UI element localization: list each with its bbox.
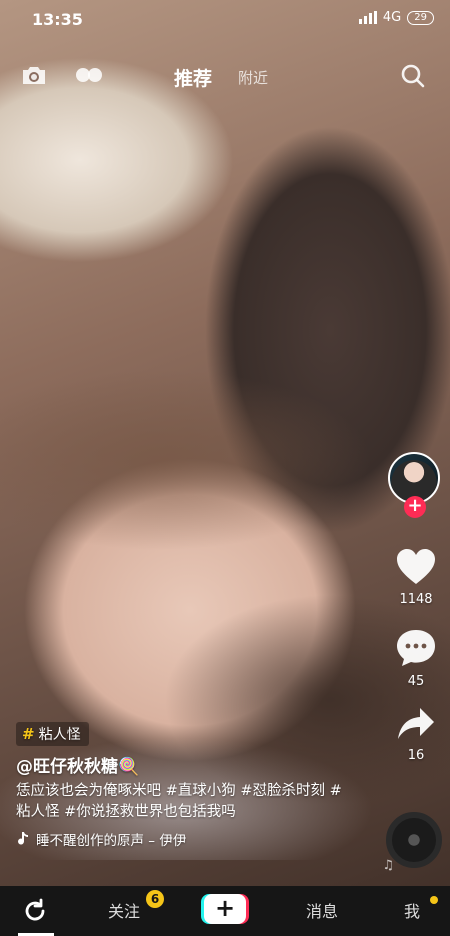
me-notification-dot (430, 896, 438, 904)
video-description[interactable]: 恁应该也会为俺啄米吧 #直球小狗 #怼脸杀时刻 #粘人怪 #你说拯救世界也包括我… (16, 781, 356, 823)
status-bar: 13:35 4G 29 (0, 0, 450, 38)
share-arrow-icon (398, 708, 434, 739)
hash-icon: # (22, 725, 35, 743)
camera-icon[interactable] (20, 64, 48, 86)
tab-recommend[interactable]: 推荐 (174, 64, 212, 91)
like-button[interactable]: 1148 (392, 548, 440, 607)
tab-me[interactable]: 我 (404, 898, 420, 922)
search-icon[interactable] (400, 63, 426, 89)
topic-tag[interactable]: # 粘人怪 (16, 722, 89, 746)
network-type: 4G (382, 10, 402, 25)
create-button[interactable]: + (204, 894, 246, 924)
live-dots-icon[interactable] (74, 66, 104, 84)
share-button[interactable]: 16 (392, 706, 440, 763)
status-indicators: 4G 29 (358, 10, 434, 25)
top-nav: 推荐 附近 (0, 58, 450, 94)
comment-icon (397, 630, 435, 666)
comment-button[interactable]: 45 (392, 628, 440, 689)
follow-plus-button[interactable]: + (404, 496, 426, 518)
music-disc[interactable] (386, 812, 442, 868)
music-note-icon: ♫ (382, 858, 394, 873)
follow-badge: 6 (146, 890, 164, 908)
share-count: 16 (407, 748, 425, 763)
comment-count: 45 (407, 674, 425, 689)
tiktok-note-icon (18, 832, 28, 845)
music-info[interactable]: 睡不醒创作的原声 – 伊伊 (16, 829, 356, 849)
status-time: 13:35 (32, 10, 83, 29)
bottom-tab-bar: 关注 6 + 消息 我 (0, 886, 450, 936)
topic-tag-label: 粘人怪 (38, 727, 81, 743)
battery-icon: 29 (407, 10, 434, 25)
tab-follow[interactable]: 关注 (108, 898, 140, 922)
heart-icon (397, 549, 435, 584)
video-caption: # 粘人怪 @旺仔秋秋糖🍭 恁应该也会为俺啄米吧 #直球小狗 #怼脸杀时刻 #粘… (16, 722, 356, 849)
author-avatar-group: + (388, 452, 444, 518)
author-name[interactable]: @旺仔秋秋糖🍭 (16, 752, 356, 777)
music-title: 睡不醒创作的原声 – 伊伊 (36, 833, 187, 849)
like-count: 1148 (399, 592, 433, 607)
signal-icon (358, 11, 377, 24)
tab-messages[interactable]: 消息 (306, 898, 338, 922)
tab-nearby[interactable]: 附近 (238, 67, 268, 88)
refresh-icon[interactable] (22, 898, 48, 924)
